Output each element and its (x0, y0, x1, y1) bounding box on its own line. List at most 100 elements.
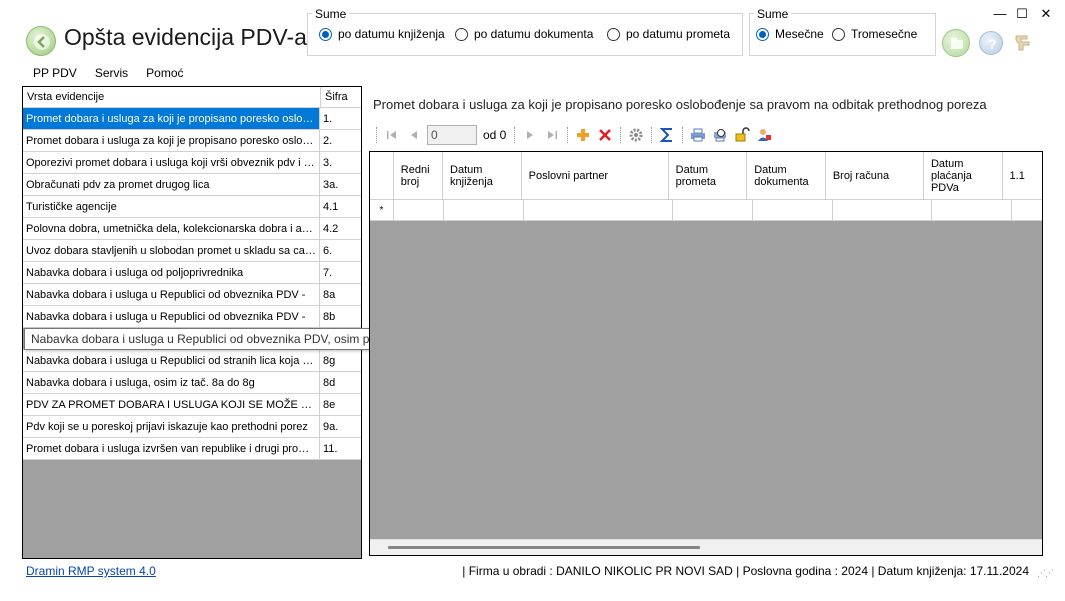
sums-period-legend: Sume (754, 7, 792, 21)
column-header-poslovni-partner[interactable]: Poslovni partner (522, 152, 669, 199)
table-row[interactable]: Nabavka dobara i usluga u Republici od s… (23, 350, 361, 372)
panel-title: Promet dobara i usluga za koji je propis… (373, 97, 987, 112)
table-row[interactable]: Obračunati pdv za promet drugog lica 3a. (23, 174, 361, 196)
minimize-button[interactable]: — (991, 6, 1009, 21)
cell[interactable] (932, 200, 1013, 220)
table-row[interactable]: Polovna dobra, umetnička dela, kolekcion… (23, 218, 361, 240)
column-header-datum-dokumenta[interactable]: Datum dokumenta (747, 152, 826, 199)
radio-tromesecne[interactable]: Tromesečne (832, 27, 917, 41)
cell[interactable] (833, 200, 933, 220)
row-code: 11. (323, 443, 338, 455)
table-row[interactable]: PDV ZA PROMET DOBARA I USLUGA KOJI SE MO… (23, 394, 361, 416)
next-record-icon[interactable] (519, 124, 541, 146)
radio-label: Mesečne (775, 27, 824, 41)
record-position-input[interactable] (427, 125, 477, 145)
add-icon[interactable] (572, 124, 594, 146)
last-record-icon[interactable] (541, 124, 563, 146)
radio-circle-selected (756, 27, 769, 41)
row-code: 7. (323, 267, 333, 279)
column-header-datum-placanja-pdva[interactable]: Datum plaćanja PDVa (924, 152, 1003, 199)
row-name: Nabavka dobara i usluga u Republici od o… (23, 306, 320, 327)
table-row[interactable]: Nabavka dobara i usluga u Republici od o… (23, 284, 361, 306)
table-row[interactable]: Nabavka dobara i usluga u Republici od o… (23, 306, 361, 328)
radio-mesecne[interactable]: Mesečne (756, 27, 824, 41)
radio-po-datumu-dokumenta[interactable]: po datumu dokumenta (455, 27, 593, 41)
table-row[interactable]: Pdv koji se u poreskoj prijavi iskazuje … (23, 416, 361, 438)
new-row[interactable]: * (370, 200, 1042, 221)
transactions-grid[interactable]: Redni broj Datum knjiženja Poslovni part… (369, 151, 1043, 556)
radio-circle (832, 27, 845, 41)
radio-po-datumu-prometa[interactable]: po datumu prometa (607, 27, 730, 41)
column-header-redni-broj[interactable]: Redni broj (394, 152, 444, 199)
table-row[interactable]: Turističke agencije 4.1 (23, 196, 361, 218)
sums-period-group: Sume Mesečne Tromesečne (749, 7, 936, 56)
cell[interactable] (753, 200, 833, 220)
row-name: Polovna dobra, umetnička dela, kolekcion… (23, 218, 320, 239)
cell[interactable] (673, 200, 753, 220)
radio-label: po datumu knjiženja (338, 27, 445, 41)
toolbar-separator (620, 127, 622, 143)
close-button[interactable]: ✕ (1037, 6, 1055, 22)
table-row[interactable]: Uvoz dobara stavljenih u slobodan promet… (23, 240, 361, 262)
previous-record-icon[interactable] (403, 124, 425, 146)
row-code: 8b (323, 311, 336, 323)
row-code: 9a. (323, 421, 339, 433)
unlock-icon[interactable] (731, 124, 753, 146)
table-row[interactable]: Nabavka dobara i usluga od poljoprivredn… (23, 262, 361, 284)
resize-grip-icon[interactable]: ⋰⋰ (1037, 568, 1054, 579)
new-row-marker: * (370, 200, 394, 220)
first-record-icon[interactable] (381, 124, 403, 146)
table-row[interactable]: Promet dobara i usluga izvršen van repub… (23, 438, 361, 460)
back-button[interactable] (26, 26, 56, 56)
row-code: 8e (323, 399, 336, 411)
column-header-datum-prometa[interactable]: Datum prometa (669, 152, 748, 199)
table-row[interactable]: Promet dobara i usluga za koji je propis… (23, 130, 361, 152)
print-icon[interactable] (687, 124, 709, 146)
row-name: Turističke agencije (23, 196, 320, 217)
radio-circle-selected (319, 27, 332, 41)
column-header-broj-racuna[interactable]: Broj računa (826, 152, 924, 199)
delete-icon[interactable] (594, 124, 616, 146)
row-name: Pdv koji se u poreskoj prijavi iskazuje … (23, 416, 320, 437)
help-icon[interactable]: ? (979, 31, 1003, 55)
row-code: 6. (323, 245, 333, 257)
row-name: Promet dobara i usluga za koji je propis… (23, 108, 320, 129)
cell[interactable] (394, 200, 444, 220)
radio-po-datumu-knjizenja[interactable]: po datumu knjiženja (319, 27, 445, 41)
scrollbar-thumb[interactable] (388, 546, 700, 549)
row-header-corner (370, 152, 394, 199)
product-link[interactable]: Dramin RMP system 4.0 (26, 564, 156, 578)
row-name: Oporezivi promet dobara i usluga koji vr… (23, 152, 320, 173)
row-code: 1. (323, 113, 333, 125)
arrow-left-icon (34, 34, 50, 50)
horizontal-scrollbar[interactable] (370, 539, 1042, 555)
cell[interactable] (1012, 200, 1042, 220)
cell[interactable] (524, 200, 674, 220)
pointer-hand-icon[interactable] (1011, 30, 1037, 56)
maximize-button[interactable]: ☐ (1013, 6, 1031, 22)
menu-item-servis[interactable]: Servis (86, 63, 137, 83)
grid-header: Vrsta evidencije Šifra (23, 87, 361, 108)
column-header-sifra[interactable]: Šifra (321, 87, 361, 107)
sum-sigma-icon[interactable] (656, 124, 678, 146)
toolbar-separator (376, 127, 377, 143)
cell[interactable] (444, 200, 524, 220)
table-row[interactable]: Nabavka dobara i usluga, osim iz tač. 8a… (23, 372, 361, 394)
radio-label: po datumu prometa (626, 27, 731, 41)
folder-action-icon[interactable] (942, 29, 970, 57)
column-header-vrsta[interactable]: Vrsta evidencije (23, 87, 321, 107)
column-header-1-1[interactable]: 1.1 (1003, 152, 1042, 199)
row-name: Uvoz dobara stavljenih u slobodan promet… (23, 240, 320, 261)
evidence-type-grid[interactable]: Vrsta evidencije Šifra Promet dobara i u… (22, 86, 362, 559)
menu-item-pp-pdv[interactable]: PP PDV (24, 63, 86, 83)
table-row[interactable]: Oporezivi promet dobara i usluga koji vr… (23, 152, 361, 174)
user-edit-icon[interactable] (753, 124, 775, 146)
settings-gear-icon[interactable] (625, 124, 647, 146)
row-name: Nabavka dobara i usluga, osim iz tač. 8a… (23, 372, 320, 393)
menu-item-pomoc[interactable]: Pomoć (137, 63, 192, 83)
table-row[interactable]: Promet dobara i usluga za koji je propis… (23, 108, 361, 130)
column-header-datum-knjizenja[interactable]: Datum knjiženja (443, 152, 522, 199)
row-code: 8a (323, 289, 336, 301)
toolbar-separator (567, 127, 569, 143)
print-preview-icon[interactable] (709, 124, 731, 146)
